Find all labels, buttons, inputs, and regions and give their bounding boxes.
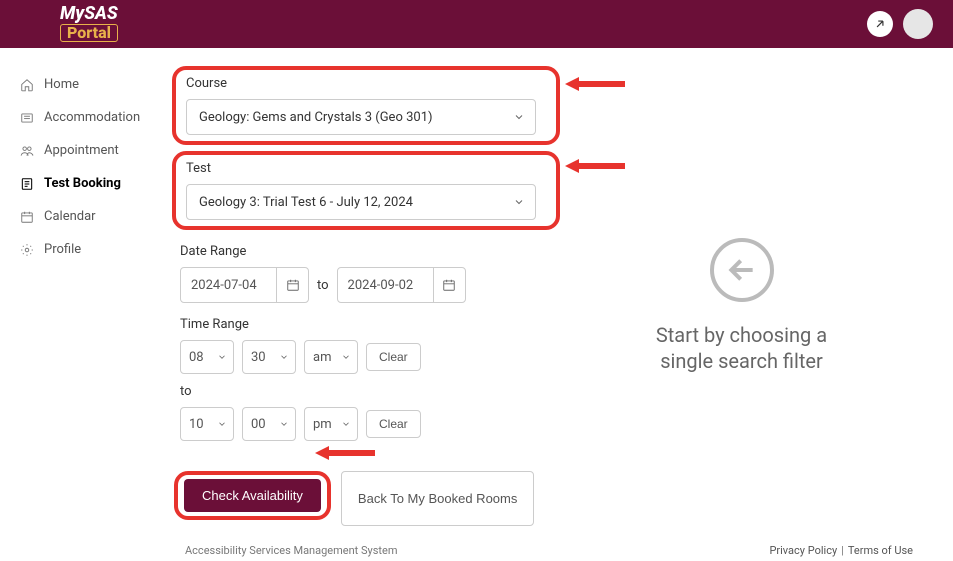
- calendar-icon: [20, 210, 34, 224]
- sidebar-item-calendar[interactable]: Calendar: [16, 200, 170, 233]
- calendar-icon: [442, 278, 456, 292]
- privacy-policy-link[interactable]: Privacy Policy: [769, 544, 837, 557]
- empty-state-panel: Start by choosing a single search filter: [560, 66, 953, 526]
- date-to-input[interactable]: 2024-09-02: [337, 267, 466, 303]
- main: Course Geology: Gems and Crystals 3 (Geo…: [170, 48, 953, 526]
- chevron-down-icon: [217, 419, 227, 429]
- footer-tagline: Accessibility Services Management System: [185, 544, 398, 557]
- footer: Accessibility Services Management System…: [0, 526, 953, 561]
- sidebar-item-test-booking[interactable]: Test Booking: [16, 167, 170, 200]
- time-to-hour-select[interactable]: 10: [180, 407, 234, 441]
- logo-text-bottom: Portal: [60, 24, 118, 42]
- check-availability-button[interactable]: Check Availability: [184, 479, 321, 512]
- sidebar-item-label: Calendar: [44, 209, 96, 224]
- time-to-ampm-select[interactable]: pm: [304, 407, 358, 441]
- sidebar-item-label: Appointment: [44, 143, 119, 158]
- logo[interactable]: MySAS Portal: [60, 6, 118, 43]
- annotation-highlight-test: Test Geology 3: Trial Test 6 - July 12, …: [172, 151, 560, 230]
- time-to-label: to: [180, 384, 560, 399]
- course-select-value: Geology: Gems and Crystals 3 (Geo 301): [199, 110, 433, 125]
- chevron-down-icon: [279, 419, 289, 429]
- annotation-arrow-test: [565, 156, 625, 176]
- sidebar: Home Accommodation Appointment Test Book…: [0, 48, 170, 526]
- test-select[interactable]: Geology 3: Trial Test 6 - July 12, 2024: [186, 184, 536, 220]
- appointment-icon: [20, 144, 34, 158]
- avatar[interactable]: [903, 9, 933, 39]
- chevron-down-icon: [341, 352, 351, 362]
- time-from-min-select[interactable]: 30: [242, 340, 296, 374]
- date-to-picker-button[interactable]: [433, 268, 465, 302]
- annotation-highlight-check: Check Availability: [174, 471, 331, 520]
- arrow-left-circle-icon: [710, 238, 774, 302]
- terms-of-use-link[interactable]: Terms of Use: [848, 544, 913, 557]
- sidebar-item-label: Home: [44, 77, 79, 92]
- sidebar-item-label: Test Booking: [44, 176, 121, 191]
- accessibility-button[interactable]: [867, 11, 893, 37]
- calendar-icon: [286, 278, 300, 292]
- time-from-clear-button[interactable]: Clear: [366, 343, 421, 371]
- date-from-input[interactable]: 2024-07-04: [180, 267, 309, 303]
- time-range-label: Time Range: [180, 317, 560, 332]
- annotation-arrow-course: [565, 74, 625, 94]
- sidebar-item-home[interactable]: Home: [16, 68, 170, 101]
- sidebar-item-accommodation[interactable]: Accommodation: [16, 101, 170, 134]
- home-icon: [20, 78, 34, 92]
- profile-icon: [20, 243, 34, 257]
- date-to-value: 2024-09-02: [338, 268, 433, 302]
- course-label: Course: [186, 76, 546, 91]
- date-range-label: Date Range: [180, 244, 560, 259]
- accessibility-icon: [873, 17, 887, 31]
- sidebar-item-profile[interactable]: Profile: [16, 233, 170, 266]
- time-from-ampm-select[interactable]: am: [304, 340, 358, 374]
- date-from-picker-button[interactable]: [276, 268, 308, 302]
- sidebar-item-appointment[interactable]: Appointment: [16, 134, 170, 167]
- chevron-down-icon: [279, 352, 289, 362]
- accommodation-icon: [20, 111, 34, 125]
- sidebar-item-label: Profile: [44, 242, 81, 257]
- test-booking-icon: [20, 177, 34, 191]
- date-from-value: 2024-07-04: [181, 268, 276, 302]
- time-from-hour-select[interactable]: 08: [180, 340, 234, 374]
- test-select-value: Geology 3: Trial Test 6 - July 12, 2024: [199, 195, 413, 210]
- logo-text-top: MySAS: [60, 6, 118, 22]
- time-to-min-select[interactable]: 00: [242, 407, 296, 441]
- chevron-down-icon: [513, 111, 525, 123]
- chevron-down-icon: [341, 419, 351, 429]
- empty-state-message: Start by choosing a single search filter: [656, 322, 827, 374]
- header: MySAS Portal: [0, 0, 953, 48]
- test-label: Test: [186, 161, 546, 176]
- date-to-label: to: [317, 278, 329, 293]
- annotation-highlight-course: Course Geology: Gems and Crystals 3 (Geo…: [172, 66, 560, 145]
- chevron-down-icon: [513, 196, 525, 208]
- time-to-clear-button[interactable]: Clear: [366, 410, 421, 438]
- back-to-booked-rooms-button[interactable]: Back To My Booked Rooms: [341, 471, 534, 526]
- course-select[interactable]: Geology: Gems and Crystals 3 (Geo 301): [186, 99, 536, 135]
- sidebar-item-label: Accommodation: [44, 110, 140, 125]
- chevron-down-icon: [217, 352, 227, 362]
- annotation-arrow-check: [315, 443, 375, 463]
